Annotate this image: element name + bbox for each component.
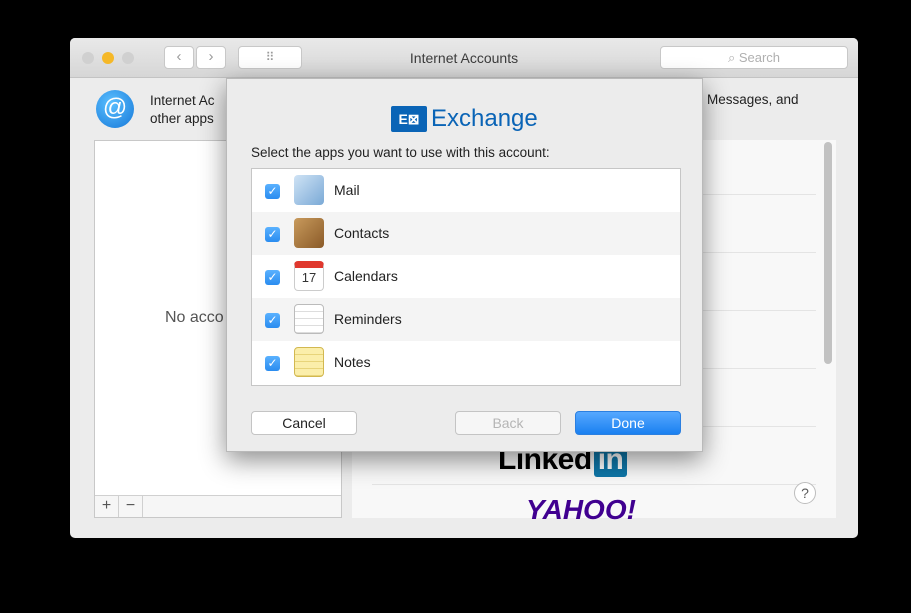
- provider-yahoo[interactable]: YAHOO!: [526, 494, 636, 526]
- header-description: Internet Ac other apps: [150, 92, 215, 128]
- title-bar: ‹ › ⠿ Internet Accounts ⌕ Search: [70, 38, 858, 78]
- app-label: Reminders: [334, 311, 402, 327]
- contacts-icon: [294, 218, 324, 248]
- remove-account-button[interactable]: −: [119, 496, 143, 517]
- search-icon: ⌕: [727, 50, 736, 65]
- app-row-calendars[interactable]: ✓ 17 Calendars: [252, 255, 680, 298]
- header-line-1: Internet Ac: [150, 93, 215, 108]
- divider: [372, 484, 816, 485]
- providers-scrollbar[interactable]: [824, 142, 832, 364]
- search-field[interactable]: ⌕ Search: [660, 46, 848, 69]
- app-label: Notes: [334, 354, 371, 370]
- help-button[interactable]: ?: [794, 482, 816, 504]
- app-label: Calendars: [334, 268, 398, 284]
- done-button[interactable]: Done: [575, 411, 681, 435]
- mail-icon: [294, 175, 324, 205]
- reminders-checkbox[interactable]: ✓: [265, 313, 280, 328]
- back-button[interactable]: Back: [455, 411, 561, 435]
- app-selection-list: ✓ Mail ✓ Contacts ✓ 17 Calendars ✓ Remin…: [251, 168, 681, 386]
- contacts-checkbox[interactable]: ✓: [265, 227, 280, 242]
- notes-checkbox[interactable]: ✓: [265, 356, 280, 371]
- sheet-prompt: Select the apps you want to use with thi…: [251, 145, 550, 160]
- app-row-contacts[interactable]: ✓ Contacts: [252, 212, 680, 255]
- app-label: Contacts: [334, 225, 390, 241]
- header-description-right: Messages, and: [707, 92, 799, 107]
- app-label: Mail: [334, 182, 360, 198]
- mail-checkbox[interactable]: ✓: [265, 184, 280, 199]
- exchange-setup-sheet: E⊠ Exchange Select the apps you want to u…: [226, 78, 703, 452]
- exchange-icon: E⊠: [391, 106, 427, 132]
- list-controls: + −: [95, 495, 341, 517]
- reminders-icon: [294, 304, 324, 334]
- internet-accounts-icon: @: [96, 90, 134, 128]
- exchange-logo: E⊠ Exchange: [391, 105, 538, 133]
- notes-icon: [294, 347, 324, 377]
- header-line-2: other apps: [150, 111, 214, 126]
- calendar-icon: 17: [294, 261, 324, 291]
- exchange-brand-name: Exchange: [431, 105, 538, 132]
- search-placeholder: Search: [738, 50, 781, 65]
- app-row-notes[interactable]: ✓ Notes: [252, 341, 680, 384]
- app-row-reminders[interactable]: ✓ Reminders: [252, 298, 680, 341]
- app-row-mail[interactable]: ✓ Mail: [252, 169, 680, 212]
- no-accounts-text: No acco: [165, 309, 224, 326]
- calendars-checkbox[interactable]: ✓: [265, 270, 280, 285]
- add-account-button[interactable]: +: [95, 496, 119, 517]
- cancel-button[interactable]: Cancel: [251, 411, 357, 435]
